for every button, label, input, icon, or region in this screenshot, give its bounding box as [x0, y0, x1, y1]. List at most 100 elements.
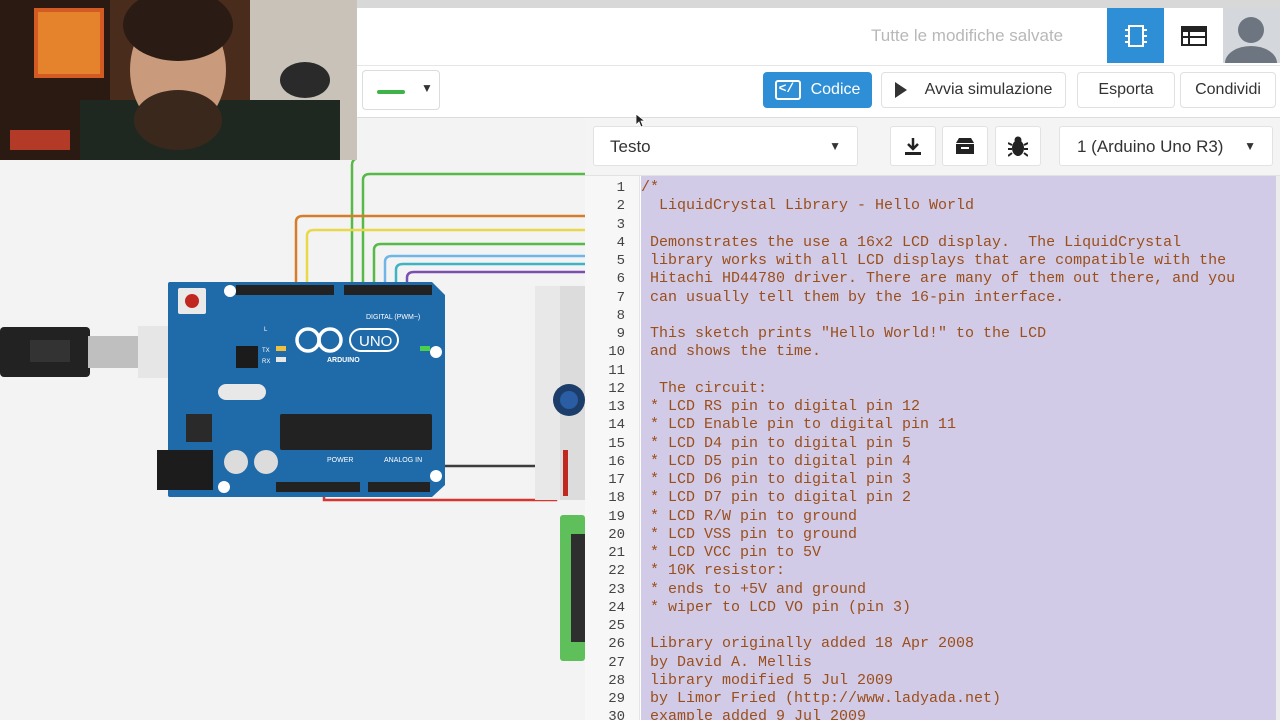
model-label: UNO [359, 333, 392, 350]
arduino-uno-board: DIGITAL (PWM~) ARDUINO UNO TX RX L ON PO… [157, 282, 445, 497]
wire-color-swatch [377, 90, 405, 94]
code-line[interactable]: * LCD D7 pin to digital pin 2 [641, 489, 911, 507]
code-line[interactable]: * 10K resistor: [641, 562, 785, 580]
line-number: 22 [608, 563, 625, 580]
circuit-view-button[interactable] [1107, 8, 1164, 63]
code-line[interactable]: The circuit: [641, 380, 767, 398]
code-line[interactable]: example added 9 Jul 2009 [641, 708, 866, 720]
code-line[interactable]: * LCD R/W pin to ground [641, 508, 857, 526]
chevron-down-icon: ▼ [1244, 139, 1256, 153]
code-line[interactable]: can usually tell them by the 16-pin inte… [641, 289, 1064, 307]
code-line[interactable]: Library originally added 18 Apr 2008 [641, 635, 974, 653]
header-top-right [344, 285, 432, 295]
line-number: 6 [616, 271, 625, 288]
wire-color-dropdown[interactable]: ▼ [362, 70, 440, 110]
libraries-button[interactable] [942, 126, 988, 166]
line-number: 25 [608, 618, 625, 634]
tx-label: TX [262, 348, 270, 354]
export-button[interactable]: Esporta [1077, 72, 1175, 108]
header-top-left [236, 285, 334, 295]
table-icon [1180, 25, 1207, 46]
start-simulation-button[interactable]: Avvia simulazione [881, 72, 1066, 108]
code-line[interactable]: * LCD Enable pin to digital pin 11 [641, 416, 956, 434]
code-line[interactable]: * LCD RS pin to digital pin 12 [641, 398, 920, 416]
code-toolbar: Testo ▼ 1 (Arduino Uno R3) ▼ [585, 118, 1280, 176]
line-number: 29 [608, 691, 625, 707]
line-number: 12 [608, 380, 625, 397]
component-list-button[interactable] [1165, 8, 1222, 63]
line-number: 5 [616, 253, 625, 269]
code-line[interactable]: Demonstrates the use a 16x2 LCD display.… [641, 234, 1181, 252]
board-value: 1 (Arduino Uno R3) [1077, 137, 1224, 156]
user-avatar[interactable] [1223, 8, 1280, 63]
editor-scrollbar[interactable] [1276, 176, 1280, 720]
chevron-down-icon: ▼ [421, 81, 433, 95]
avatar-icon [1225, 17, 1277, 63]
circuit-icon [1124, 24, 1147, 47]
app-header: Tutte le modifiche salvate [357, 0, 1280, 66]
code-line[interactable]: * LCD D4 pin to digital pin 5 [641, 435, 911, 453]
code-line[interactable]: This sketch prints "Hello World!" to the… [641, 325, 1046, 343]
line-number: 4 [616, 234, 625, 251]
start-simulation-label: Avvia simulazione [924, 81, 1053, 98]
export-label: Esporta [1098, 81, 1154, 98]
code-editor-panel: Testo ▼ 1 (Arduino Uno R3) ▼ 1 2 3 4 5 6… [585, 118, 1280, 720]
code-line[interactable]: * ends to +5V and ground [641, 581, 866, 599]
presenter-video [0, 0, 357, 160]
line-number: 10 [608, 344, 625, 361]
brand-label: ARDUINO [327, 357, 360, 364]
breadboard [535, 286, 585, 500]
line-number: 24 [608, 599, 625, 616]
line-number: 19 [608, 508, 625, 525]
rx-label: RX [262, 359, 270, 365]
share-label: Condividi [1195, 81, 1261, 98]
circuit-drawing[interactable]: DIGITAL (PWM~) ARDUINO UNO TX RX L ON PO… [0, 156, 585, 720]
power-jack [157, 450, 213, 490]
code-text-area[interactable]: /* LiquidCrystal Library - Hello World D… [641, 176, 1276, 720]
header-analog [368, 482, 430, 492]
code-line[interactable]: library works with all LCD displays that… [641, 252, 1226, 270]
line-number: 20 [608, 526, 625, 543]
code-line[interactable]: by David A. Mellis [641, 654, 812, 672]
line-number: 13 [608, 399, 625, 415]
code-line[interactable]: LiquidCrystal Library - Hello World [641, 197, 974, 215]
share-button[interactable]: Condividi [1180, 72, 1276, 108]
mouse-cursor-icon [636, 114, 646, 128]
code-line[interactable]: * LCD D5 pin to digital pin 4 [641, 453, 911, 471]
tinkercad-window: DIGITAL (PWM~) ARDUINO UNO TX RX L ON PO… [0, 0, 1280, 720]
code-line[interactable]: library modified 5 Jul 2009 [641, 672, 893, 690]
code-line[interactable]: Hitachi HD44780 driver. There are many o… [641, 270, 1235, 288]
line-number: 9 [616, 326, 625, 342]
save-status: Tutte le modifiche salvate [871, 26, 1064, 45]
code-line[interactable]: by Limor Fried (http://www.ladyada.net) [641, 690, 1001, 708]
play-icon [894, 82, 907, 98]
line-number: 2 [616, 198, 625, 215]
circuit-canvas[interactable]: DIGITAL (PWM~) ARDUINO UNO TX RX L ON PO… [0, 156, 585, 720]
line-number: 14 [608, 417, 625, 434]
debugger-button[interactable] [995, 126, 1041, 166]
editor-toolbar: ▼ </ Codice Avvia simulazione Esporta Co… [357, 66, 1280, 118]
line-number: 1 [616, 180, 625, 196]
browser-title-strip [357, 0, 1280, 8]
code-line[interactable]: /* [641, 179, 659, 197]
download-icon [905, 138, 921, 155]
lcd-display [560, 515, 585, 661]
line-number: 21 [608, 545, 625, 561]
analog-label: ANALOG IN [384, 457, 422, 464]
board-dropdown[interactable]: 1 (Arduino Uno R3) ▼ [1059, 126, 1273, 166]
code-line[interactable]: * wiper to LCD VO pin (pin 3) [641, 599, 911, 617]
code-line[interactable]: * LCD VSS pin to ground [641, 526, 857, 544]
code-editor[interactable]: 1 2 3 4 5 6 7 8 9 10 11 12 13 14 15 16 17 18 19 20 21 22 23 24 2… [585, 176, 1280, 720]
line-number-gutter: 1 2 3 4 5 6 7 8 9 10 11 12 13 14 15 16 17 18 19 20 21 22 23 24 2… [585, 176, 640, 720]
code-line[interactable]: * LCD VCC pin to 5V [641, 544, 821, 562]
download-code-button[interactable] [890, 126, 936, 166]
canvas-top-area[interactable] [357, 118, 585, 160]
code-button[interactable]: </ Codice [763, 72, 872, 108]
line-number: 28 [608, 672, 625, 689]
code-line[interactable]: * LCD D6 pin to digital pin 3 [641, 471, 911, 489]
code-line[interactable]: and shows the time. [641, 343, 821, 361]
line-number: 16 [608, 453, 625, 470]
power-label: POWER [327, 457, 353, 464]
code-mode-dropdown[interactable]: Testo ▼ [593, 126, 858, 166]
line-number: 30 [608, 709, 625, 720]
